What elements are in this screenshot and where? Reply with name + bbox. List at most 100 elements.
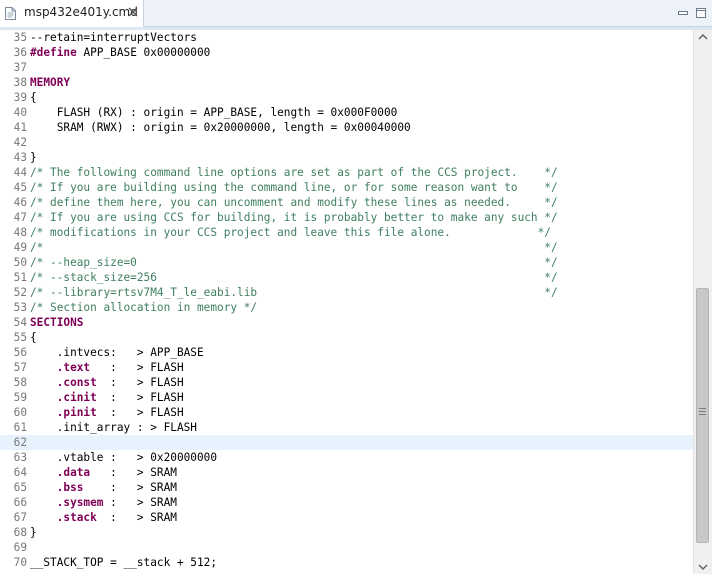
line-number: 66 bbox=[13, 496, 27, 509]
line-number: 67 bbox=[13, 511, 27, 524]
line-number: 61 bbox=[13, 421, 27, 434]
code-line[interactable]: 61 .init_array : > FLASH bbox=[0, 420, 693, 435]
line-number: 52 bbox=[13, 286, 27, 299]
line-code: .sysmem : > SRAM bbox=[30, 495, 177, 510]
line-code: /* If you are building using the command… bbox=[30, 180, 558, 195]
line-code: .stack : > SRAM bbox=[30, 510, 177, 525]
code-token: .intvecs: > APP_BASE bbox=[30, 346, 204, 359]
code-line[interactable]: 51/* --stack_size=256 */ bbox=[0, 270, 693, 285]
code-line[interactable]: 38 MEMORY bbox=[0, 75, 693, 90]
code-line[interactable]: 50/* --heap_size=0 */ bbox=[0, 255, 693, 270]
code-line[interactable]: 55{ bbox=[0, 330, 693, 345]
code-line[interactable]: 40 FLASH (RX) : origin = APP_BASE, lengt… bbox=[0, 105, 693, 120]
line-number: 40 bbox=[13, 106, 27, 119]
chevron-down-icon[interactable] bbox=[698, 563, 708, 571]
comment-token: /* --heap_size=0 */ bbox=[30, 256, 558, 269]
code-token: { bbox=[30, 331, 37, 344]
keyword-token: MEMORY bbox=[30, 76, 71, 89]
line-number: 35 bbox=[13, 31, 27, 44]
code-line[interactable]: 39{ bbox=[0, 90, 693, 105]
code-line[interactable]: 60 .pinit : > FLASH bbox=[0, 405, 693, 420]
code-line[interactable]: 66 .sysmem : > SRAM bbox=[0, 495, 693, 510]
line-number: 63 bbox=[13, 451, 27, 464]
chevron-up-icon[interactable] bbox=[698, 33, 708, 41]
line-number: 51 bbox=[13, 271, 27, 284]
comment-token: /* --library=rtsv7M4_T_le_eabi.lib */ bbox=[30, 286, 558, 299]
line-code: .text : > FLASH bbox=[30, 360, 184, 375]
code-line[interactable]: 52/* --library=rtsv7M4_T_le_eabi.lib */ bbox=[0, 285, 693, 300]
code-line[interactable]: 59 .cinit : > FLASH bbox=[0, 390, 693, 405]
code-token: : > FLASH bbox=[96, 406, 184, 419]
code-line[interactable]: 41 SRAM (RWX) : origin = 0x20000000, len… bbox=[0, 120, 693, 135]
code-token: --retain=interruptVectors bbox=[30, 31, 197, 44]
code-lines: 35 --retain=interruptVectors 36 #define APP… bbox=[0, 30, 693, 570]
file-icon bbox=[5, 7, 16, 20]
code-line[interactable]: 35 --retain=interruptVectors bbox=[0, 30, 693, 45]
code-line[interactable]: 53/* Section allocation in memory */ bbox=[0, 300, 693, 315]
line-number: 69 bbox=[13, 541, 27, 554]
code-line[interactable]: 36 #define APP_BASE 0x00000000 bbox=[0, 45, 693, 60]
code-token: : > SRAM bbox=[103, 496, 177, 509]
line-number: 43 bbox=[13, 151, 27, 164]
code-line[interactable]: 69 bbox=[0, 540, 693, 555]
code-line[interactable]: 54 SECTIONS bbox=[0, 315, 693, 330]
vertical-scrollbar[interactable] bbox=[693, 30, 712, 574]
minimize-icon[interactable] bbox=[677, 7, 689, 19]
grip-icon bbox=[699, 408, 706, 415]
code-token: SRAM (RWX) : origin = 0x20000000, length… bbox=[30, 121, 411, 134]
line-number: 55 bbox=[13, 331, 27, 344]
editor-tab[interactable]: msp432e401y.cmd bbox=[0, 0, 144, 27]
code-line[interactable]: 62 bbox=[0, 435, 693, 450]
code-line[interactable]: 49/* */ bbox=[0, 240, 693, 255]
code-line[interactable]: 65 .bss : > SRAM bbox=[0, 480, 693, 495]
code-line[interactable]: 42 bbox=[0, 135, 693, 150]
code-line[interactable]: 70 __STACK_TOP = __stack + 512; bbox=[0, 555, 693, 570]
line-number: 68 bbox=[13, 526, 27, 539]
code-line[interactable]: 47/* If you are using CCS for building, … bbox=[0, 210, 693, 225]
code-line[interactable]: 63 .vtable : > 0x20000000 bbox=[0, 450, 693, 465]
code-line[interactable]: 48/* modifications in your CCS project a… bbox=[0, 225, 693, 240]
line-code: --retain=interruptVectors bbox=[30, 30, 197, 45]
code-line[interactable]: 68} bbox=[0, 525, 693, 540]
line-code: /* Section allocation in memory */ bbox=[30, 300, 257, 315]
maximize-icon[interactable] bbox=[695, 7, 707, 19]
line-number: 37 bbox=[13, 61, 27, 74]
code-token: FLASH (RX) : origin = APP_BASE, length =… bbox=[30, 106, 398, 119]
code-token: { bbox=[30, 91, 37, 104]
line-number: 50 bbox=[13, 256, 27, 269]
keyword-token: .data bbox=[56, 466, 91, 479]
code-line[interactable]: 57 .text : > FLASH bbox=[0, 360, 693, 375]
keyword-token: .pinit bbox=[56, 406, 97, 419]
line-code: /* --heap_size=0 */ bbox=[30, 255, 558, 270]
code-line[interactable]: 67 .stack : > SRAM bbox=[0, 510, 693, 525]
line-code: /* If you are using CCS for building, it… bbox=[30, 210, 558, 225]
line-number: 47 bbox=[13, 211, 27, 224]
code-line[interactable]: 64 .data : > SRAM bbox=[0, 465, 693, 480]
line-number: 38 bbox=[13, 76, 27, 89]
code-line[interactable]: 56 .intvecs: > APP_BASE bbox=[0, 345, 693, 360]
line-code: .intvecs: > APP_BASE bbox=[30, 345, 204, 360]
keyword-token: .bss bbox=[56, 481, 84, 494]
close-icon[interactable] bbox=[127, 6, 139, 18]
line-number: 39 bbox=[13, 91, 27, 104]
line-number: 62 bbox=[13, 436, 27, 449]
code-line[interactable]: 45/* If you are building using the comma… bbox=[0, 180, 693, 195]
line-code: .cinit : > FLASH bbox=[30, 390, 184, 405]
code-line[interactable]: 58 .const : > FLASH bbox=[0, 375, 693, 390]
line-number: 41 bbox=[13, 121, 27, 134]
comment-token: /* */ bbox=[30, 241, 558, 254]
code-token: } bbox=[30, 526, 37, 539]
code-line[interactable]: 46/* define them here, you can uncomment… bbox=[0, 195, 693, 210]
code-token: : > SRAM bbox=[96, 511, 177, 524]
code-line[interactable]: 37 bbox=[0, 60, 693, 75]
code-line[interactable]: 43} bbox=[0, 150, 693, 165]
comment-token: /* If you are using CCS for building, it… bbox=[30, 211, 558, 224]
code-editor[interactable]: 35 --retain=interruptVectors 36 #define APP… bbox=[0, 30, 693, 574]
scrollbar-thumb[interactable] bbox=[696, 288, 709, 543]
code-line[interactable]: 44/* The following command line options … bbox=[0, 165, 693, 180]
code-token: .vtable : > 0x20000000 bbox=[30, 451, 218, 464]
